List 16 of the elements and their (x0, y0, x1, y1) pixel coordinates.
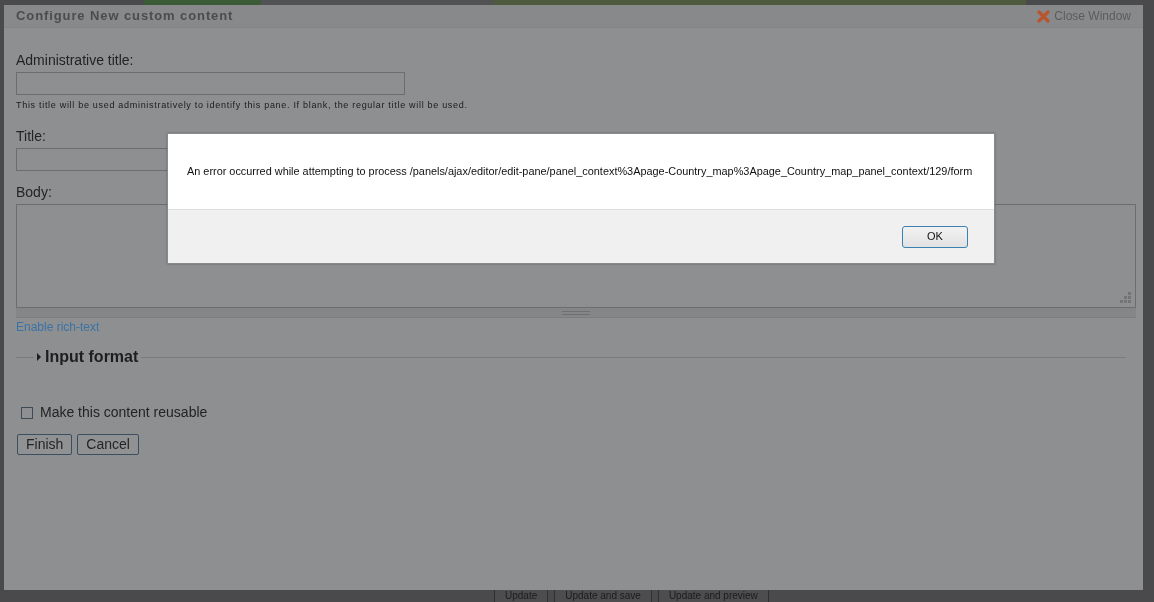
enable-rich-text-link[interactable]: Enable rich-text (16, 320, 100, 334)
fieldset-toggle[interactable]: Input format (34, 345, 142, 369)
field-label: Title: (16, 128, 46, 145)
modal-title: Configure New custom content (16, 7, 234, 26)
cancel-button[interactable]: Cancel (77, 434, 139, 455)
checkbox[interactable] (21, 406, 33, 419)
checkbox-label: Make this content reusable (40, 404, 208, 421)
close-icon (1037, 9, 1051, 23)
field-description: This title will be used administratively to identify this pane. If blank, the regular title will be used. (16, 100, 468, 111)
resize-grip-icon[interactable] (1120, 292, 1132, 304)
field-label: Body: (16, 184, 52, 201)
ok-button[interactable]: OK (902, 225, 968, 248)
text-input[interactable] (16, 72, 405, 95)
finish-button[interactable]: Finish (17, 434, 73, 455)
alert-message: An error occurred while attempting to process /panels/ajax/editor/edit-pane/panel_context%3Apage-Country_map%3Apage_Country_map_panel_context/129/form (187, 164, 973, 180)
field-label: Administrative title: (16, 52, 134, 69)
